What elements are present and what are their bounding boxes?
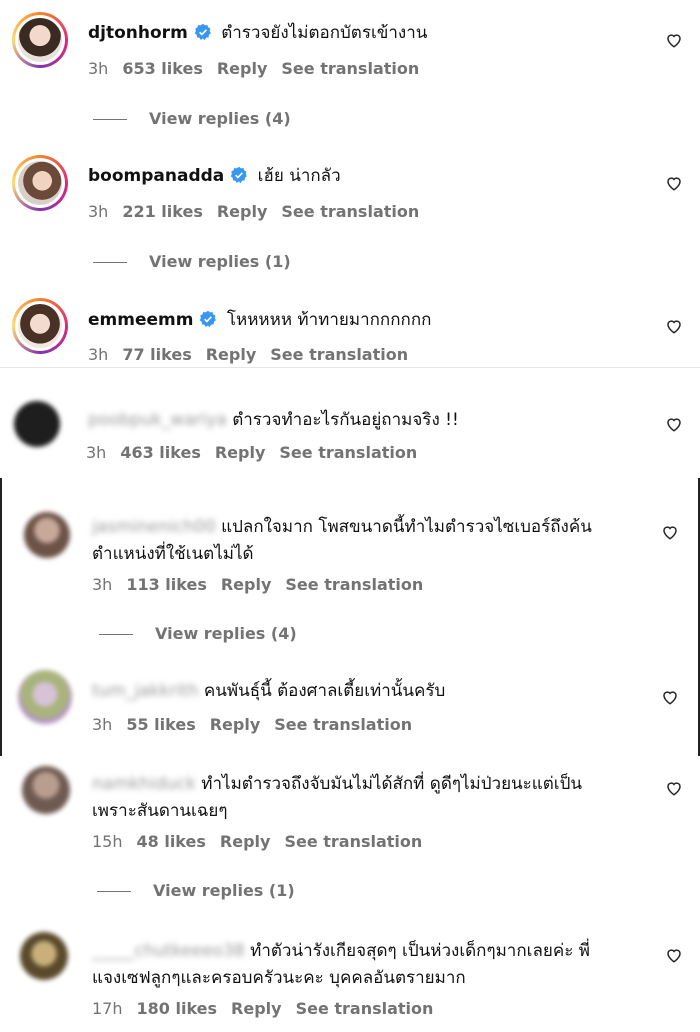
heart-icon[interactable] [661,688,679,706]
comment-text: แจงเซฟลูกๆและครอบครัวนะคะ บุคคลอันตรายมา… [92,968,466,988]
comment-time: 3h [88,345,109,364]
view-replies-button[interactable]: View replies (1) [93,252,291,272]
like-count[interactable]: 180 likes [137,999,218,1018]
view-replies-button[interactable]: View replies (1) [97,881,295,901]
see-translation-button[interactable]: See translation [284,832,422,851]
comment-text: แปลกใจมาก โพสขนาดนี้ทำไมตำรวจไซเบอร์ถึงค… [221,517,592,537]
verified-badge-icon [231,166,248,184]
comment-username[interactable]: jasminenich00 [92,517,216,537]
like-count[interactable]: 48 likes [137,832,206,851]
view-replies-label: View replies (4) [149,109,291,128]
comment-time: 15h [92,832,123,851]
comment-text: เฮ้ย น่ากลัว [257,166,341,186]
comment-username[interactable]: poobpuk_wariya [88,410,227,430]
reply-button[interactable]: Reply [215,443,266,462]
comment-time: 3h [92,715,113,734]
comment-time: 3h [86,443,107,462]
replies-dash [93,262,127,263]
comment-username[interactable]: tum_jakkrith [92,681,198,701]
comment-username[interactable]: emmeemm [88,310,193,330]
verified-badge-icon [194,23,211,41]
see-translation-button[interactable]: See translation [281,59,419,78]
see-translation-button[interactable]: See translation [281,202,419,221]
view-replies-label: View replies (4) [155,624,297,643]
like-count[interactable]: 77 likes [122,345,191,364]
heart-icon[interactable] [665,317,683,335]
see-translation-button[interactable]: See translation [296,999,434,1018]
avatar[interactable] [14,401,60,447]
see-translation-button[interactable]: See translation [270,345,408,364]
like-count[interactable]: 463 likes [120,443,201,462]
comment-time: 3h [92,575,113,594]
comment-text: ตำแหน่งที่ใช้เนตไม่ได้ [92,544,254,564]
avatar[interactable] [12,298,68,354]
avatar[interactable] [20,932,68,980]
comment-text: ตำรวจยังไม่ตอกบัตรเข้างาน [221,23,428,43]
verified-badge-icon [200,310,217,328]
replies-dash [99,634,133,635]
replies-dash [97,891,131,892]
comment-username[interactable]: _____chutkeeeo38 [92,941,245,961]
heart-icon[interactable] [661,523,679,541]
comment-time: 3h [88,202,109,221]
reply-button[interactable]: Reply [217,59,268,78]
comment-text: ทำไมตำรวจถึงจับมันไม่ได้สักที่ ดูดีๆไม่ป… [201,774,583,794]
see-translation-button[interactable]: See translation [274,715,412,734]
view-replies-button[interactable]: View replies (4) [93,109,291,129]
comment-username[interactable]: namkhiduck [92,774,196,794]
heart-icon[interactable] [665,946,683,964]
replies-dash [93,119,127,120]
comment-time: 3h [88,59,109,78]
screenshot-edge [0,478,2,756]
avatar[interactable] [24,512,70,558]
comment-text: ทำตัวน่ารังเกียจสุดๆ เป็นห่วงเด็กๆมากเลย… [250,941,590,961]
reply-button[interactable]: Reply [206,345,257,364]
reply-button[interactable]: Reply [221,575,272,594]
like-count[interactable]: 221 likes [122,202,203,221]
section-divider [0,367,700,368]
avatar[interactable] [12,155,68,211]
avatar[interactable] [18,670,72,724]
reply-button[interactable]: Reply [217,202,268,221]
reply-button[interactable]: Reply [231,999,282,1018]
like-count[interactable]: 653 likes [122,59,203,78]
heart-icon[interactable] [665,174,683,192]
comment-text: เพราะสันดานเฉยๆ [92,801,228,821]
heart-icon[interactable] [665,415,683,433]
comment-time: 17h [92,999,123,1018]
comment-text: ตำรวจทำอะไรกันอยู่ถามจริง !! [232,410,459,430]
reply-button[interactable]: Reply [210,715,261,734]
comment-text: โหหหหห ท้าทายมากกกกกก [226,310,432,330]
heart-icon[interactable] [665,31,683,49]
reply-button[interactable]: Reply [220,832,271,851]
avatar[interactable] [22,766,70,814]
like-count[interactable]: 113 likes [126,575,207,594]
view-replies-button[interactable]: View replies (4) [99,624,297,644]
see-translation-button[interactable]: See translation [279,443,417,462]
like-count[interactable]: 55 likes [126,715,195,734]
avatar[interactable] [12,12,68,68]
comment-username[interactable]: djtonhorm [88,23,188,43]
comment-username[interactable]: boompanadda [88,166,224,186]
view-replies-label: View replies (1) [149,252,291,271]
view-replies-label: View replies (1) [153,881,295,900]
heart-icon[interactable] [665,779,683,797]
see-translation-button[interactable]: See translation [285,575,423,594]
comment-text: คนพันธุ์นี้ ต้องศาลเตี้ยเท่านั้นครับ [203,681,446,701]
